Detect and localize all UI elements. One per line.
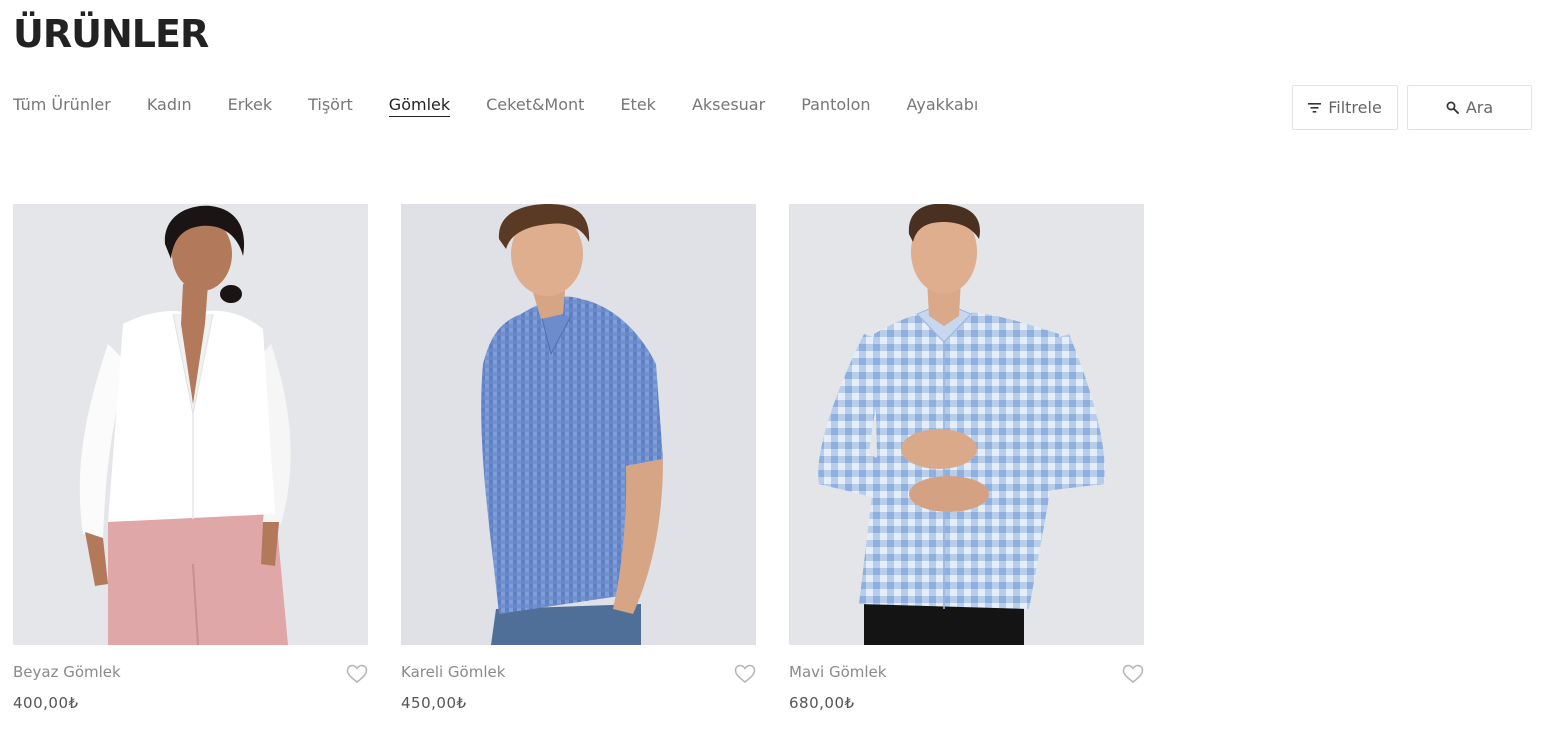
product-card: Mavi Gömlek 680,00₺ (789, 204, 1144, 725)
filter-button-label: Filtrele (1328, 98, 1382, 117)
product-info: Mavi Gömlek 680,00₺ (789, 645, 1144, 725)
nav-item-ayakkabi[interactable]: Ayakkabı (907, 95, 979, 116)
nav-item-ceket-mont[interactable]: Ceket&Mont (486, 95, 584, 116)
product-image-woman-white-shirt[interactable] (13, 204, 368, 645)
product-card: Beyaz Gömlek 400,00₺ (13, 204, 368, 725)
nav-item-erkek[interactable]: Erkek (228, 95, 273, 116)
nav-item-pantolon[interactable]: Pantolon (801, 95, 870, 116)
product-image-man-gingham-shirt[interactable] (789, 204, 1144, 645)
filter-button[interactable]: Filtrele (1292, 85, 1398, 130)
category-nav: Tüm Ürünler Kadın Erkek Tişört Gömlek Ce… (13, 95, 978, 121)
nav-item-kadin[interactable]: Kadın (147, 95, 192, 116)
search-button-label: Ara (1465, 98, 1494, 117)
product-grid: Beyaz Gömlek 400,00₺ Kareli Gömlek 450,0… (13, 204, 1144, 725)
nav-item-tum-urunler[interactable]: Tüm Ürünler (13, 95, 111, 116)
nav-item-tisort[interactable]: Tişört (308, 95, 353, 116)
product-card: Kareli Gömlek 450,00₺ (401, 204, 756, 725)
filter-icon (1308, 102, 1322, 113)
nav-item-aksesuar[interactable]: Aksesuar (692, 95, 765, 116)
page-title: ÜRÜNLER (13, 12, 209, 56)
heart-icon[interactable] (734, 664, 756, 684)
product-image-man-checked-shirt[interactable] (401, 204, 756, 645)
product-info: Kareli Gömlek 450,00₺ (401, 645, 756, 725)
product-price: 400,00₺ (13, 694, 79, 712)
search-button[interactable]: Ara (1407, 85, 1532, 130)
nav-item-etek[interactable]: Etek (620, 95, 656, 116)
product-price: 450,00₺ (401, 694, 467, 712)
product-price: 680,00₺ (789, 694, 855, 712)
product-name[interactable]: Kareli Gömlek (401, 663, 505, 681)
heart-icon[interactable] (1122, 664, 1144, 684)
nav-item-gomlek[interactable]: Gömlek (388, 95, 451, 117)
product-name[interactable]: Mavi Gömlek (789, 663, 886, 681)
heart-icon[interactable] (346, 664, 368, 684)
product-name[interactable]: Beyaz Gömlek (13, 663, 121, 681)
product-info: Beyaz Gömlek 400,00₺ (13, 645, 368, 725)
search-icon (1446, 101, 1459, 114)
